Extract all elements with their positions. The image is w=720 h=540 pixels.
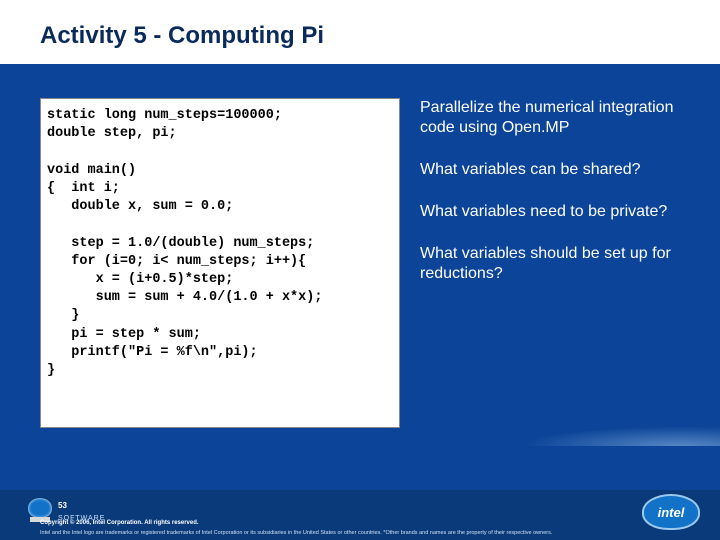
decorative-swoosh xyxy=(520,426,720,446)
instruction-notes: Parallelize the numerical integration co… xyxy=(420,98,696,306)
trademark-text: Intel and the Intel logo are trademarks … xyxy=(40,530,620,536)
note-parallelize: Parallelize the numerical integration co… xyxy=(420,98,696,138)
page-number: 53 xyxy=(58,501,67,510)
footer: SOFTWARE 53 Copyright © 2006, Intel Corp… xyxy=(0,490,720,540)
copyright-text: Copyright © 2006, Intel Corporation. All… xyxy=(40,520,199,526)
intel-logo-large-icon: intel xyxy=(642,494,700,530)
note-shared-vars: What variables can be shared? xyxy=(420,160,696,180)
slide-title: Activity 5 - Computing Pi xyxy=(40,22,324,50)
note-reductions: What variables should be set up for redu… xyxy=(420,244,696,284)
note-private-vars: What variables need to be private? xyxy=(420,202,696,222)
intel-logo-text: intel xyxy=(658,505,685,520)
content-area: static long num_steps=100000; double ste… xyxy=(0,64,720,490)
intel-logo-small-icon xyxy=(28,498,52,518)
code-block: static long num_steps=100000; double ste… xyxy=(40,98,400,428)
